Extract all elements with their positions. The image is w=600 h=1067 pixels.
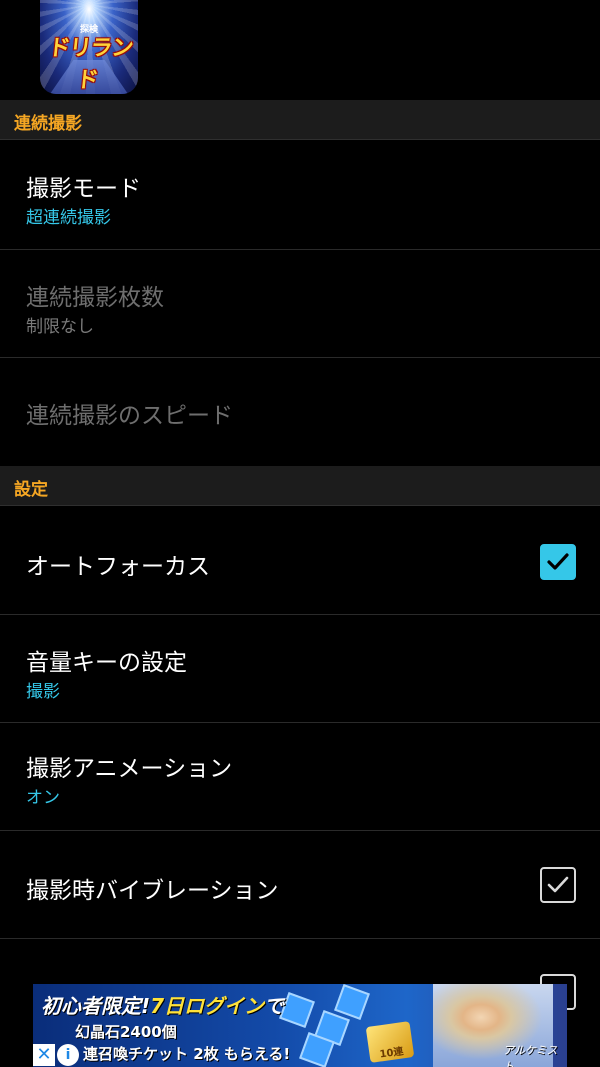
pref-shooting-mode-title: 撮影モード [26, 176, 141, 202]
check-icon [547, 876, 569, 893]
autofocus-checkbox[interactable] [540, 544, 576, 580]
vibration-checkbox[interactable] [540, 867, 576, 903]
ad-brand-logo: アルケミスト [503, 1044, 558, 1067]
ad-close-icon[interactable]: ✕ [33, 1044, 55, 1066]
pref-shooting-vibration-title: 撮影時バイブレーション [26, 878, 279, 904]
app-icon: 探検 ドリランド [40, 0, 138, 94]
ad-headline: 初心者限定!7日ログインで [41, 990, 284, 1019]
pref-shooting-mode[interactable]: 撮影モード 超連続撮影 [0, 141, 600, 250]
pref-volume-keys[interactable]: 音量キーの設定 撮影 [0, 615, 600, 723]
pref-autofocus-title: オートフォーカス [26, 554, 210, 580]
ad-headline-a: 初心者限定! [41, 994, 151, 1018]
ad-ticket-graphic: 10連 [365, 1021, 415, 1063]
ad-headline-b: 7日ログイン [150, 994, 265, 1018]
ad-dice-graphic [334, 984, 370, 1020]
ad-line-2: 幻晶石2400個 [75, 1023, 177, 1041]
section-header-settings: 設定 [0, 466, 600, 506]
ad-ticket-label: 10連 [378, 1046, 405, 1061]
ad-banner[interactable]: 10連 初心者限定!7日ログインで 幻晶石2400個 連召喚チケット 2枚 もら… [33, 984, 567, 1067]
ad-info-icon[interactable]: i [57, 1044, 79, 1066]
settings-screen: 探検 ドリランド 連続撮影 撮影モード 超連続撮影 連続撮影枚数 制限なし 連続… [0, 0, 600, 1067]
section-title-settings: 設定 [14, 480, 48, 500]
pref-burst-count[interactable]: 連続撮影枚数 制限なし [0, 250, 600, 358]
icon-logo-text: ドリランド [47, 36, 134, 93]
pref-shooting-animation-summary: オン [26, 788, 60, 808]
pref-volume-keys-title: 音量キーの設定 [26, 650, 187, 676]
pref-shooting-mode-summary: 超連続撮影 [26, 208, 111, 228]
section-title-burst: 連続撮影 [14, 114, 82, 134]
check-icon [547, 553, 569, 570]
pref-burst-speed-title: 連続撮影のスピード [26, 403, 233, 429]
section-header-burst: 連続撮影 [0, 100, 600, 140]
pref-burst-count-title: 連続撮影枚数 [26, 285, 164, 311]
pref-autofocus[interactable]: オートフォーカス [0, 507, 600, 615]
pref-burst-count-summary: 制限なし [26, 317, 94, 337]
pref-shooting-animation[interactable]: 撮影アニメーション オン [0, 723, 600, 831]
ad-line-3: 連召喚チケット 2枚 もらえる! [83, 1045, 291, 1063]
ad-headline-c: で [264, 994, 285, 1018]
pref-burst-speed[interactable]: 連続撮影のスピード [0, 358, 600, 466]
pref-shooting-animation-title: 撮影アニメーション [26, 756, 233, 782]
ad-dice-graphic [279, 992, 315, 1028]
pref-shooting-vibration[interactable]: 撮影時バイブレーション [0, 831, 600, 939]
pref-volume-keys-summary: 撮影 [26, 682, 60, 702]
